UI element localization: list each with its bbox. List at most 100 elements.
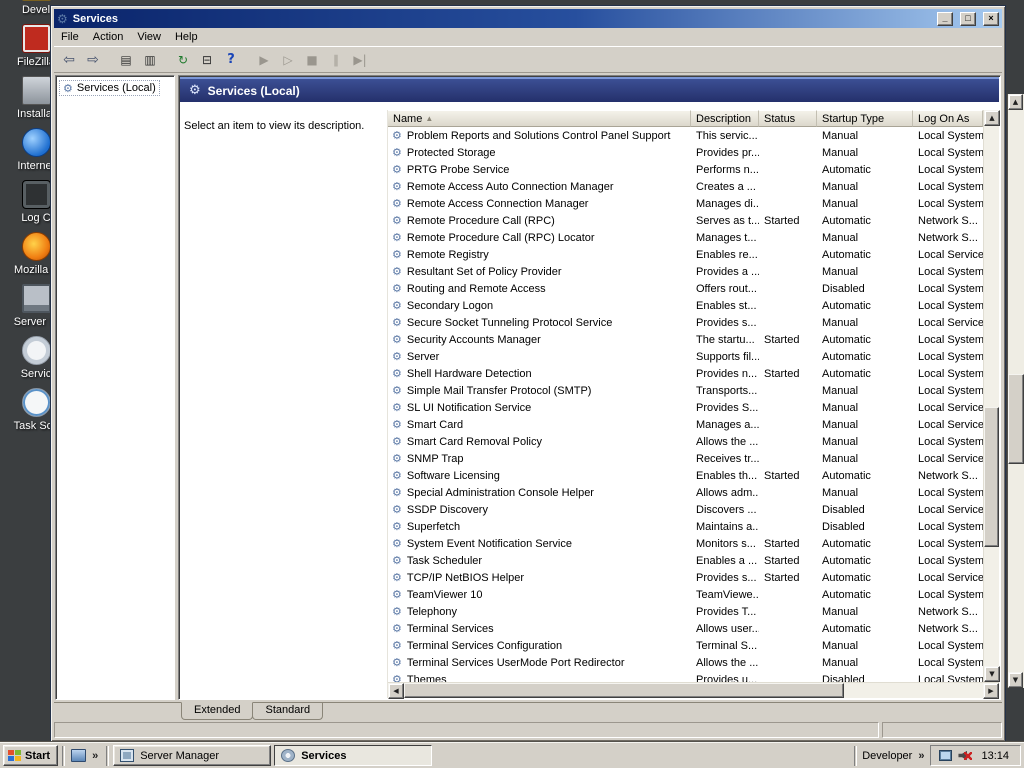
minimize-button[interactable]: _ bbox=[937, 11, 953, 26]
scroll-thumb[interactable] bbox=[404, 683, 845, 698]
quick-launch-overflow-chevron[interactable]: » bbox=[90, 750, 100, 762]
service-description: Terminal S... bbox=[696, 639, 758, 652]
remote-view-scrollbar[interactable]: ▲ ▼ bbox=[1007, 94, 1024, 688]
service-row[interactable]: ⚙ Terminal Services Allows user... Autom… bbox=[388, 620, 983, 637]
column-header[interactable]: Description bbox=[691, 110, 759, 127]
restart-service-button[interactable]: ▶| bbox=[349, 49, 371, 70]
scroll-up-icon[interactable]: ▲ bbox=[1008, 94, 1023, 110]
menu-item[interactable]: Action bbox=[86, 30, 131, 44]
forward-button[interactable]: ⇨ bbox=[82, 49, 104, 70]
scroll-left-icon[interactable]: ◀ bbox=[388, 683, 404, 699]
taskbar-task-button[interactable]: Server Manager bbox=[113, 745, 272, 766]
quick-launch-computer-icon[interactable] bbox=[71, 749, 87, 762]
refresh-button[interactable]: ↻ bbox=[172, 49, 194, 70]
service-name: Remote Access Connection Manager bbox=[406, 197, 589, 210]
scroll-down-icon[interactable]: ▼ bbox=[1008, 672, 1023, 688]
service-row[interactable]: ⚙ Smart Card Manages a... Manual Local S… bbox=[388, 416, 983, 433]
service-row[interactable]: ⚙ Routing and Remote Access Offers rout.… bbox=[388, 280, 983, 297]
service-name-cell: ⚙ Secondary Logon bbox=[388, 300, 691, 312]
scroll-track[interactable] bbox=[1008, 110, 1024, 672]
service-row[interactable]: ⚙ Software Licensing Enables th... Start… bbox=[388, 467, 983, 484]
column-header[interactable]: Status bbox=[759, 110, 817, 127]
menu-item[interactable]: File bbox=[54, 30, 86, 44]
view-tab[interactable]: Extended bbox=[181, 702, 254, 720]
service-logon-as: Local Service bbox=[918, 571, 983, 584]
volume-muted-tray-icon[interactable] bbox=[958, 750, 973, 762]
service-row[interactable]: ⚙ SSDP Discovery Discovers ... Disabled … bbox=[388, 501, 983, 518]
service-row[interactable]: ⚙ Smart Card Removal Policy Allows the .… bbox=[388, 433, 983, 450]
window-titlebar[interactable]: ⚙ Services _ □ × bbox=[54, 9, 1002, 28]
service-row[interactable]: ⚙ Problem Reports and Solutions Control … bbox=[388, 127, 983, 144]
scroll-track[interactable] bbox=[984, 126, 999, 666]
service-row[interactable]: ⚙ Task Scheduler Enables a ... Started A… bbox=[388, 552, 983, 569]
service-row[interactable]: ⚙ Remote Procedure Call (RPC) Serves as … bbox=[388, 212, 983, 229]
service-row[interactable]: ⚙ Secure Socket Tunneling Protocol Servi… bbox=[388, 314, 983, 331]
pause-service-button[interactable]: ∥ bbox=[325, 49, 347, 70]
scroll-right-icon[interactable]: ▶ bbox=[983, 683, 999, 699]
column-header[interactable]: Name ▲ bbox=[388, 110, 691, 127]
taskbar-task-button[interactable]: Services bbox=[274, 745, 433, 766]
service-startup-type: Automatic bbox=[822, 333, 871, 346]
start-button[interactable]: Start bbox=[3, 745, 59, 766]
network-tray-icon[interactable] bbox=[939, 750, 953, 761]
service-row[interactable]: ⚙ Remote Access Auto Connection Manager … bbox=[388, 178, 983, 195]
scroll-track[interactable] bbox=[404, 683, 983, 698]
service-row[interactable]: ⚙ Security Accounts Manager The startu..… bbox=[388, 331, 983, 348]
service-row[interactable]: ⚙ TCP/IP NetBIOS Helper Provides s... St… bbox=[388, 569, 983, 586]
service-row[interactable]: ⚙ Protected Storage Provides pr... Manua… bbox=[388, 144, 983, 161]
close-button[interactable]: × bbox=[983, 11, 999, 26]
resume-service-button[interactable]: ▷ bbox=[277, 49, 299, 70]
help-button[interactable]: ? bbox=[220, 49, 242, 70]
menu-item[interactable]: View bbox=[130, 30, 168, 44]
export-list-button[interactable]: ▥ bbox=[139, 49, 161, 70]
service-row[interactable]: ⚙ Remote Access Connection Manager Manag… bbox=[388, 195, 983, 212]
tree-item-services-local[interactable]: ⚙ Services (Local) bbox=[59, 80, 160, 96]
service-row[interactable]: ⚙ PRTG Probe Service Performs n... Autom… bbox=[388, 161, 983, 178]
service-row[interactable]: ⚙ SNMP Trap Receives tr... Manual Local … bbox=[388, 450, 983, 467]
show-console-tree-button[interactable]: ▤ bbox=[115, 49, 137, 70]
column-header[interactable]: Log On As bbox=[913, 110, 983, 127]
service-row[interactable]: ⚙ Themes Provides u... Disabled Local Sy… bbox=[388, 671, 983, 683]
maximize-button[interactable]: □ bbox=[960, 11, 976, 26]
list-horizontal-scrollbar[interactable]: ◀ ▶ bbox=[388, 682, 999, 699]
service-status: Started bbox=[764, 571, 800, 584]
back-button[interactable]: ⇦ bbox=[58, 49, 80, 70]
developer-toolbar-chevron[interactable]: » bbox=[916, 750, 926, 762]
service-row[interactable]: ⚙ Remote Procedure Call (RPC) Locator Ma… bbox=[388, 229, 983, 246]
service-row[interactable]: ⚙ Special Administration Console Helper … bbox=[388, 484, 983, 501]
view-tab[interactable]: Standard bbox=[252, 703, 324, 720]
service-row[interactable]: ⚙ Secondary Logon Enables st... Automati… bbox=[388, 297, 983, 314]
service-name: Task Scheduler bbox=[406, 554, 483, 567]
scroll-thumb[interactable] bbox=[984, 406, 999, 548]
column-header-label: Startup Type bbox=[822, 112, 885, 125]
scroll-thumb[interactable] bbox=[1008, 374, 1024, 465]
list-vertical-scrollbar[interactable]: ▲ ▼ bbox=[983, 110, 1000, 682]
scroll-down-icon[interactable]: ▼ bbox=[984, 666, 1000, 682]
task-button-icon bbox=[120, 749, 135, 762]
service-row[interactable]: ⚙ Superfetch Maintains a... Disabled Loc… bbox=[388, 518, 983, 535]
service-row[interactable]: ⚙ Terminal Services UserMode Port Redire… bbox=[388, 654, 983, 671]
service-row[interactable]: ⚙ Resultant Set of Policy Provider Provi… bbox=[388, 263, 983, 280]
service-row[interactable]: ⚙ TeamViewer 10 TeamViewe... Automatic L… bbox=[388, 586, 983, 603]
service-gear-icon: ⚙ bbox=[392, 316, 402, 329]
service-startup-type: Manual bbox=[822, 180, 859, 193]
scroll-up-icon[interactable]: ▲ bbox=[984, 110, 1000, 126]
service-startup-type: Automatic bbox=[822, 537, 871, 550]
service-row[interactable]: ⚙ Simple Mail Transfer Protocol (SMTP) T… bbox=[388, 382, 983, 399]
service-row[interactable]: ⚙ Server Supports fil... Automatic Local… bbox=[388, 348, 983, 365]
service-row[interactable]: ⚙ Shell Hardware Detection Provides n...… bbox=[388, 365, 983, 382]
service-row[interactable]: ⚙ SL UI Notification Service Provides S.… bbox=[388, 399, 983, 416]
service-row[interactable]: ⚙ Telephony Provides T... Manual Network… bbox=[388, 603, 983, 620]
service-row[interactable]: ⚙ System Event Notification Service Moni… bbox=[388, 535, 983, 552]
service-name-cell: ⚙ Smart Card Removal Policy bbox=[388, 436, 691, 448]
service-row[interactable]: ⚙ Remote Registry Enables re... Automati… bbox=[388, 246, 983, 263]
service-gear-icon: ⚙ bbox=[392, 673, 402, 682]
stop-service-button[interactable]: ■ bbox=[301, 49, 323, 70]
export-button[interactable]: ⊟ bbox=[196, 49, 218, 70]
developer-toolbar-label[interactable]: Developer bbox=[862, 750, 912, 762]
menu-item[interactable]: Help bbox=[168, 30, 205, 44]
column-header[interactable]: Startup Type bbox=[817, 110, 913, 127]
service-row[interactable]: ⚙ Terminal Services Configuration Termin… bbox=[388, 637, 983, 654]
service-startup-type: Automatic bbox=[822, 248, 871, 261]
start-service-button[interactable]: ▶ bbox=[253, 49, 275, 70]
